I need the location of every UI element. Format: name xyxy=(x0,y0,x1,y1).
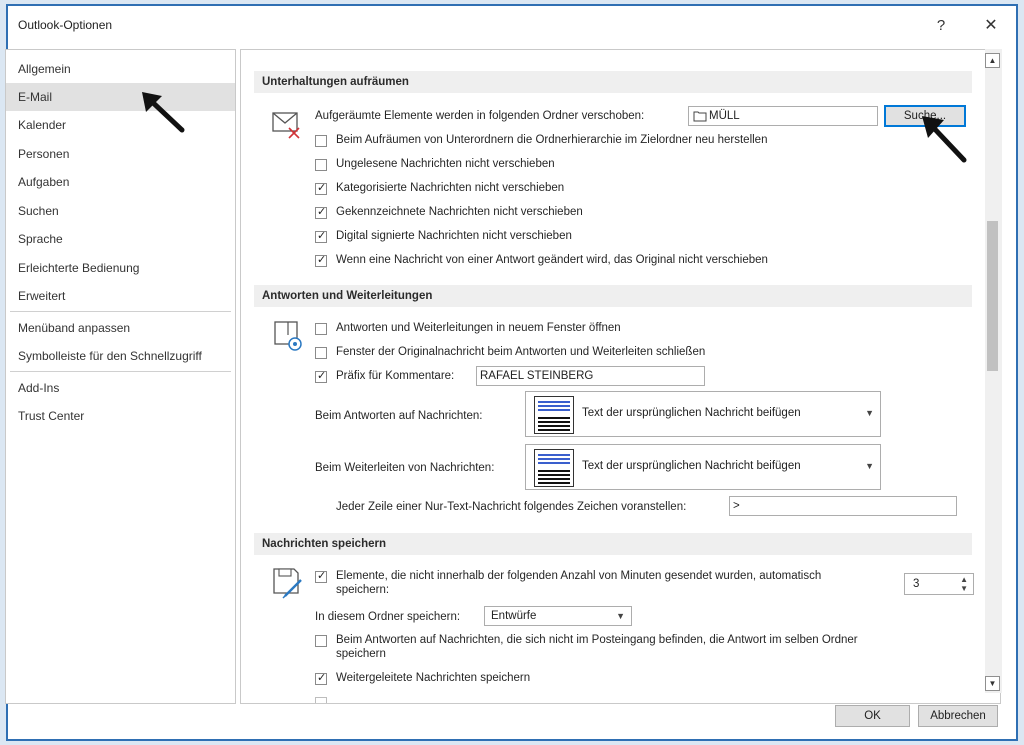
scroll-thumb[interactable] xyxy=(987,221,998,371)
sidebar-item-suchen[interactable]: Suchen xyxy=(6,197,235,225)
label-close-original: Fenster der Originalnachricht beim Antwo… xyxy=(336,346,706,358)
sidebar-item-aufgaben[interactable]: Aufgaben xyxy=(6,168,235,196)
cancel-button[interactable]: Abbrechen xyxy=(918,705,998,727)
sidebar-divider xyxy=(10,311,231,312)
sidebar-item-allgemein[interactable]: Allgemein xyxy=(6,55,235,83)
options-content-pane: Unterhaltungen aufräumen Aufgeräumte Ele… xyxy=(240,49,1001,704)
checkbox-modified-original[interactable] xyxy=(315,253,327,267)
sidebar-item-personen[interactable]: Personen xyxy=(6,140,235,168)
label-unread: Ungelesene Nachrichten nicht verschieben xyxy=(336,158,555,170)
spin-down-icon[interactable]: ▼ xyxy=(960,585,968,593)
checkbox-open-new-window[interactable] xyxy=(315,323,327,335)
save-disk-icon xyxy=(273,568,302,599)
sidebar-item-schnellzugriff[interactable]: Symbolleiste für den Schnellzugriff xyxy=(6,342,235,370)
options-sidebar: Allgemein E-Mail Kalender Personen Aufga… xyxy=(5,49,236,704)
sidebar-item-trust-center[interactable]: Trust Center xyxy=(6,402,235,430)
checkbox-restore-hierarchy[interactable] xyxy=(315,135,327,147)
window-title: Outlook-Optionen xyxy=(18,18,113,32)
scroll-down-icon[interactable]: ▼ xyxy=(985,676,1000,691)
label-signed: Digital signierte Nachrichten nicht vers… xyxy=(336,230,572,242)
label-reply-same-folder-line2: speichern xyxy=(336,648,386,660)
reply-forward-icon xyxy=(274,321,302,351)
section-header-save: Nachrichten speichern xyxy=(254,533,972,555)
reply-mode-value: Text der ursprünglichen Nachricht beifüg… xyxy=(582,407,801,419)
checkbox-flagged[interactable] xyxy=(315,205,327,219)
checkbox-cut-off[interactable] xyxy=(315,697,327,703)
checkbox-unread[interactable] xyxy=(315,159,327,171)
sidebar-divider xyxy=(10,371,231,372)
title-bar: Outlook-Optionen ? ✕ xyxy=(8,6,1016,46)
sidebar-item-add-ins[interactable]: Add-Ins xyxy=(6,374,235,402)
label-save-folder: In diesem Ordner speichern: xyxy=(315,611,461,623)
checkbox-signed[interactable] xyxy=(315,229,327,243)
sidebar-item-erweitert[interactable]: Erweitert xyxy=(6,282,235,310)
checkbox-categorized[interactable] xyxy=(315,181,327,195)
checkbox-save-forwarded[interactable] xyxy=(315,671,327,685)
sidebar-item-menueband-anpassen[interactable]: Menüband anpassen xyxy=(6,314,235,342)
sidebar-item-email[interactable]: E-Mail xyxy=(6,83,235,111)
help-button[interactable]: ? xyxy=(928,14,954,38)
label-autosave-line2: speichern: xyxy=(336,584,390,596)
label-autosave-line1: Elemente, die nicht innerhalb der folgen… xyxy=(336,570,822,582)
checkbox-reply-same-folder[interactable] xyxy=(315,635,327,647)
label-forward-mode: Beim Weiterleiten von Nachrichten: xyxy=(315,462,495,474)
autosave-minutes-stepper[interactable]: 3 ▲ ▼ xyxy=(904,573,974,595)
save-folder-dropdown[interactable]: Entwürfe ▼ xyxy=(484,606,632,626)
forward-mode-dropdown[interactable]: Text der ursprünglichen Nachricht beifüg… xyxy=(525,444,881,490)
cleanup-envelope-icon xyxy=(272,112,300,139)
section-header-replies: Antworten und Weiterleitungen xyxy=(254,285,972,307)
annotation-arrow-icon xyxy=(922,116,967,163)
sidebar-item-kalender[interactable]: Kalender xyxy=(6,111,235,139)
content-scrollbar[interactable]: ▲ ▼ xyxy=(985,49,1002,693)
chevron-down-icon: ▼ xyxy=(865,461,874,471)
label-categorized: Kategorisierte Nachrichten nicht verschi… xyxy=(336,182,565,194)
annotation-arrow-icon xyxy=(142,92,185,133)
forward-preview-icon xyxy=(534,449,574,487)
close-button[interactable]: ✕ xyxy=(978,14,1004,38)
cleanup-folder-value: MÜLL xyxy=(709,110,740,122)
reply-preview-icon xyxy=(534,396,574,434)
label-modified-original: Wenn eine Nachricht von einer Antwort ge… xyxy=(336,254,768,266)
checkbox-close-original[interactable] xyxy=(315,347,327,359)
chevron-down-icon: ▼ xyxy=(865,408,874,418)
forward-mode-value: Text der ursprünglichen Nachricht beifüg… xyxy=(582,460,801,472)
checkbox-autosave[interactable] xyxy=(315,569,327,583)
label-flagged: Gekennzeichnete Nachrichten nicht versch… xyxy=(336,206,583,218)
label-open-new-window: Antworten und Weiterleitungen in neuem F… xyxy=(336,322,621,334)
label-prefix-comments: Präfix für Kommentare: xyxy=(336,370,455,382)
prefix-char-input[interactable]: > xyxy=(729,496,957,516)
sidebar-item-sprache[interactable]: Sprache xyxy=(6,225,235,253)
label-restore-hierarchy: Beim Aufräumen von Unterordnern die Ordn… xyxy=(336,134,768,146)
folder-icon xyxy=(693,111,707,122)
label-prefix-char: Jeder Zeile einer Nur-Text-Nachricht fol… xyxy=(336,501,687,513)
autosave-minutes-value: 3 xyxy=(913,578,920,590)
scroll-up-icon[interactable]: ▲ xyxy=(985,53,1000,68)
label-save-forwarded: Weitergeleitete Nachrichten speichern xyxy=(336,672,531,684)
spin-up-icon[interactable]: ▲ xyxy=(960,576,968,584)
save-folder-value: Entwürfe xyxy=(491,610,537,622)
sidebar-item-erleichterte-bedienung[interactable]: Erleichterte Bedienung xyxy=(6,254,235,282)
label-reply-mode: Beim Antworten auf Nachrichten: xyxy=(315,410,483,422)
cleanup-folder-field[interactable]: MÜLL xyxy=(688,106,878,126)
label-reply-same-folder-line1: Beim Antworten auf Nachrichten, die sich… xyxy=(336,634,858,646)
chevron-down-icon: ▼ xyxy=(616,611,625,621)
ok-button[interactable]: OK xyxy=(835,705,910,727)
section-header-cleanup: Unterhaltungen aufräumen xyxy=(254,71,972,93)
prefix-comments-input[interactable]: RAFAEL STEINBERG xyxy=(476,366,705,386)
cleanup-move-label: Aufgeräumte Elemente werden in folgenden… xyxy=(315,110,645,122)
checkbox-prefix-comments[interactable] xyxy=(315,369,327,383)
reply-mode-dropdown[interactable]: Text der ursprünglichen Nachricht beifüg… xyxy=(525,391,881,437)
